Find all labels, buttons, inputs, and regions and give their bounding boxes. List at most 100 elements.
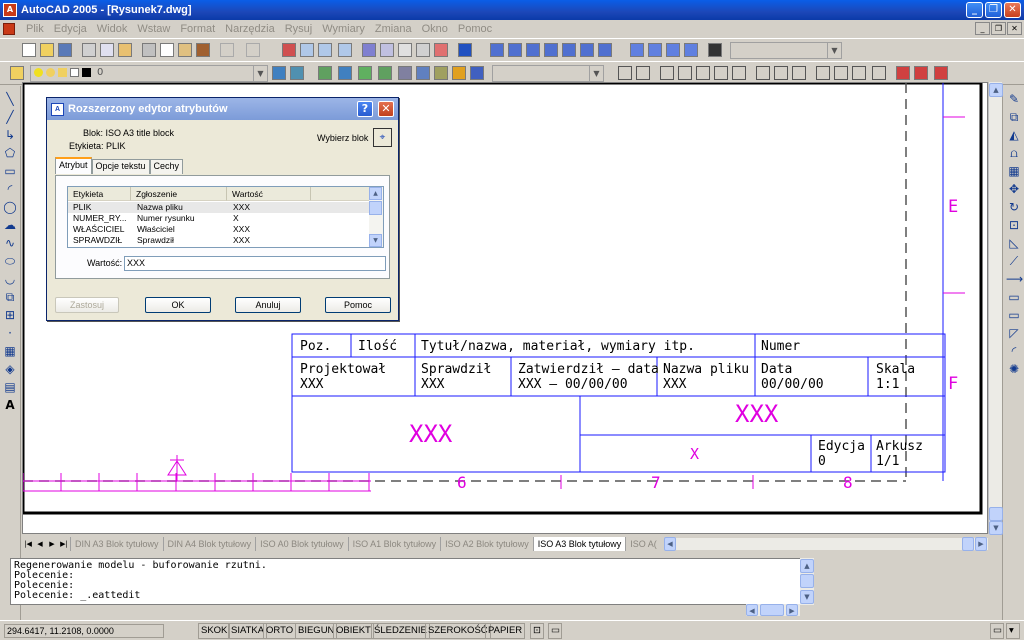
multiline-text-icon[interactable]: A — [3, 398, 17, 412]
command-window[interactable]: Regenerowanie modelu - buforowanie rzutn… — [10, 558, 813, 605]
cmd-scroll-right-button[interactable]: ▶ — [786, 604, 798, 616]
menu-format[interactable]: Format — [175, 23, 220, 35]
sheet-set-icon[interactable] — [416, 43, 430, 57]
cmd-scroll-thumb[interactable] — [800, 574, 814, 588]
dist-icon[interactable] — [358, 66, 372, 80]
toggle-otrack[interactable]: ŚLEDZENIE — [371, 623, 430, 639]
apply-button[interactable]: Zastosuj — [55, 297, 119, 313]
cut-icon[interactable] — [142, 43, 156, 57]
rectangle-icon[interactable]: ▭ — [3, 164, 17, 178]
match-properties-icon[interactable] — [196, 43, 210, 57]
maximize-button[interactable]: ❐ — [985, 2, 1002, 18]
revision-cloud-icon[interactable]: ☁ — [3, 218, 17, 232]
circle-icon[interactable]: ◯ — [3, 200, 17, 214]
erase-icon[interactable]: ✎ — [1006, 92, 1022, 106]
dim-continue-icon[interactable] — [774, 66, 788, 80]
dim-radius-icon[interactable] — [678, 66, 692, 80]
list-scroll-down-button[interactable]: ▼ — [369, 234, 382, 247]
binoculars-icon[interactable] — [708, 43, 722, 57]
save-icon[interactable] — [58, 43, 72, 57]
cmd-scroll-down-button[interactable]: ▼ — [800, 590, 814, 604]
value-field[interactable]: XXX — [124, 256, 386, 271]
cmd-scroll-left-button[interactable]: ◀ — [746, 604, 758, 616]
tab-iso-a3[interactable]: ISO A3 Blok tytułowy — [532, 537, 626, 551]
tray-settings-icon[interactable]: ▭ — [990, 623, 1004, 639]
doc-close-button[interactable]: ✕ — [1007, 22, 1022, 35]
dim-override-icon[interactable] — [914, 66, 928, 80]
menu-pomoc[interactable]: Pomoc — [453, 23, 497, 35]
dim-baseline-icon[interactable] — [756, 66, 770, 80]
attribute-row[interactable]: WŁAŚCICIEL Właściciel XXX — [68, 224, 371, 235]
markup-icon[interactable] — [434, 43, 448, 57]
tab-attribute[interactable]: Atrybut — [55, 157, 92, 174]
toggle-lineweight[interactable]: SZEROKOŚĆ — [425, 623, 491, 639]
make-block-icon[interactable]: ⊞ — [3, 308, 17, 322]
tab-properties[interactable]: Cechy — [149, 159, 184, 174]
scroll-right-button[interactable]: ▶ — [975, 537, 987, 551]
properties-icon[interactable] — [362, 43, 376, 57]
scale-icon[interactable]: ⊡ — [1006, 218, 1022, 232]
scroll-left-button[interactable]: ◀ — [664, 537, 676, 551]
move-icon[interactable]: ✥ — [1006, 182, 1022, 196]
communication-center-icon[interactable]: ▭ — [548, 623, 562, 639]
attribute-row[interactable]: SPRAWDZIŁ Sprawdził XXX — [68, 235, 371, 246]
tab-iso-a2[interactable]: ISO A2 Blok tytułowy — [440, 537, 533, 551]
layer-previous-icon[interactable] — [290, 66, 304, 80]
area-icon[interactable] — [378, 66, 392, 80]
region-draw-icon[interactable]: ◈ — [3, 362, 17, 376]
help-icon[interactable] — [458, 43, 472, 57]
command-scrollbar[interactable]: ▲ ▼ — [800, 558, 814, 605]
center-mark-icon[interactable] — [834, 66, 848, 80]
tab-prev-button[interactable]: ◀ — [34, 538, 46, 550]
polygon-icon[interactable]: ⬠ — [3, 146, 17, 160]
toggle-polar[interactable]: BIEGUN — [295, 623, 338, 639]
open-icon[interactable] — [40, 43, 54, 57]
ok-button[interactable]: OK — [145, 297, 211, 313]
tool-palettes-icon[interactable] — [398, 43, 412, 57]
view-sw-iso-icon[interactable] — [598, 43, 612, 57]
attribute-list[interactable]: Etykieta Zgłoszenie Wartość PLIK Nazwa p… — [67, 186, 384, 248]
stretch-icon[interactable]: ◺ — [1006, 236, 1022, 250]
tab-iso-a4[interactable]: ISO A( — [625, 537, 661, 551]
col-value-header[interactable]: Wartość — [227, 187, 311, 201]
doc-minimize-button[interactable]: _ — [975, 22, 990, 35]
menu-plik[interactable]: Plik — [21, 23, 49, 35]
dim-angular-icon[interactable] — [714, 66, 728, 80]
view-ne-iso-icon[interactable] — [648, 43, 662, 57]
dim-linear-icon[interactable] — [618, 66, 632, 80]
copy-object-icon[interactable]: ⧉ — [1006, 110, 1022, 124]
help-button[interactable]: Pomoc — [325, 297, 391, 313]
toggle-grid[interactable]: SIATKA — [228, 623, 268, 639]
chamfer-icon[interactable]: ◸ — [1006, 326, 1022, 340]
command-horizontal-scrollbar[interactable]: ◀ ▶ — [746, 604, 800, 616]
print-icon[interactable] — [82, 43, 96, 57]
drawing-vertical-scrollbar[interactable]: ▲ ▼ — [988, 82, 1003, 535]
rotate-icon[interactable]: ↻ — [1006, 200, 1022, 214]
view-top-icon[interactable] — [490, 43, 504, 57]
tab-din-a4[interactable]: DIN A4 Blok tytułowy — [162, 537, 256, 551]
id-icon[interactable] — [398, 66, 412, 80]
coordinates-readout[interactable]: 294.6417, 11.2108, 0.0000 — [4, 624, 164, 638]
dialog-close-button[interactable]: ✕ — [378, 101, 394, 117]
locate-icon[interactable] — [452, 66, 466, 80]
view-front-icon[interactable] — [562, 43, 576, 57]
view-nw-iso-icon[interactable] — [666, 43, 680, 57]
ellipse-icon[interactable]: ⬭ — [3, 254, 17, 268]
line-draw-icon[interactable] — [318, 66, 332, 80]
scroll-right-thumb[interactable] — [962, 537, 974, 551]
layer-manager-icon[interactable] — [10, 66, 24, 80]
redo-icon[interactable] — [246, 43, 260, 57]
view-back-icon[interactable] — [580, 43, 594, 57]
dimtedit-icon[interactable] — [872, 66, 886, 80]
tab-last-button[interactable]: ▶| — [58, 538, 70, 550]
make-current-icon[interactable] — [272, 66, 286, 80]
menu-zmiana[interactable]: Zmiana — [370, 23, 417, 35]
zoom-window-icon[interactable] — [318, 43, 332, 57]
close-button[interactable]: ✕ — [1004, 2, 1021, 18]
arc-icon[interactable]: ◜ — [3, 182, 17, 196]
tab-iso-a1[interactable]: ISO A1 Blok tytułowy — [347, 537, 441, 551]
tab-iso-a0[interactable]: ISO A0 Blok tytułowy — [255, 537, 348, 551]
dim-update-icon[interactable] — [896, 66, 910, 80]
menu-narzedzia[interactable]: Narzędzia — [220, 23, 280, 35]
trim-icon[interactable]: ⟋ — [1006, 254, 1022, 268]
